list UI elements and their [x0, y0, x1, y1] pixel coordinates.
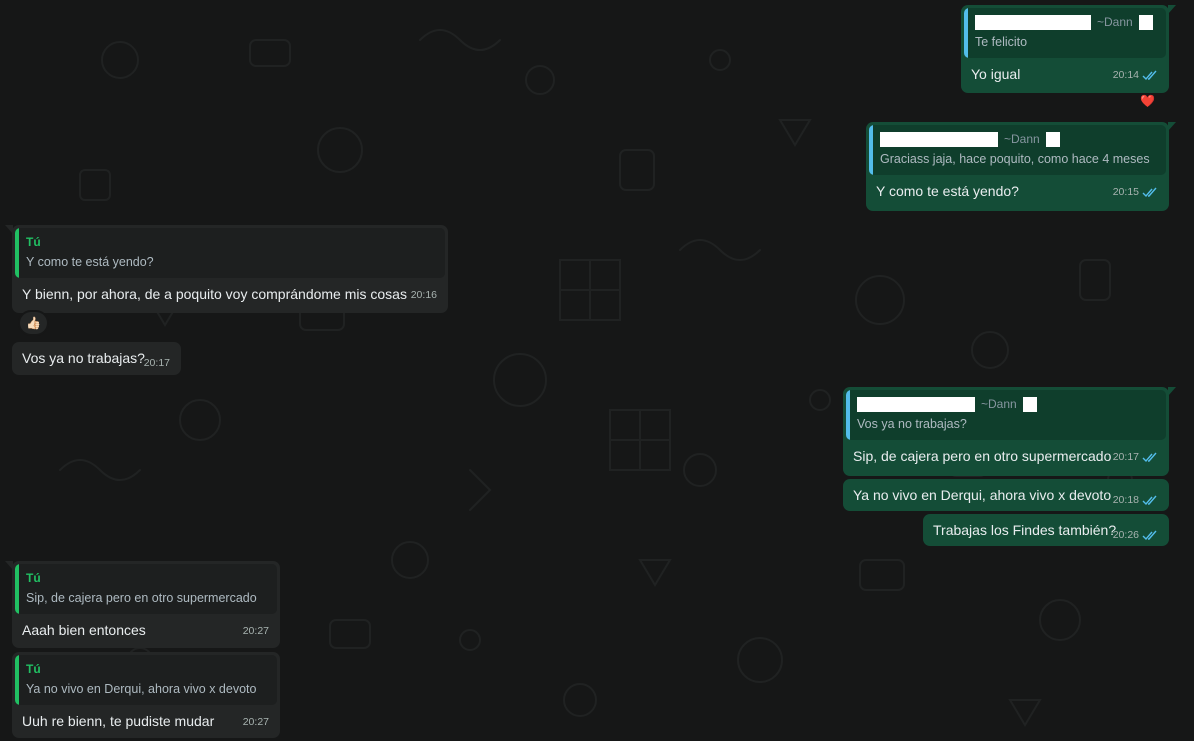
message-meta: 20:18	[1113, 491, 1158, 510]
quoted-message[interactable]: Tú Ya no vivo en Derqui, ahora vivo x de…	[15, 655, 277, 705]
quoted-text: Vos ya no trabajas?	[857, 417, 967, 431]
message-text: Ya no vivo en Derqui, ahora vivo x devot…	[853, 487, 1112, 503]
message-text: Y como te está yendo?	[876, 183, 1019, 199]
message-meta: 20:17	[1113, 448, 1158, 467]
message-time: 20:27	[242, 716, 269, 728]
quoted-contact-name: ~Dann	[981, 397, 1017, 411]
quoted-text: Sip, de cajera pero en otro supermercado	[26, 591, 257, 605]
quoted-text: Y como te está yendo?	[26, 255, 154, 269]
redacted-contact-name	[857, 396, 975, 412]
reaction-badge[interactable]: 👍🏻	[20, 312, 47, 334]
message-bubble-outgoing[interactable]: ~Dann Graciass jaja, hace poquito, como …	[866, 122, 1176, 211]
reaction-badge[interactable]: ❤️	[1134, 90, 1161, 112]
message-body: Vos ya no trabajas? 20:17	[15, 345, 178, 374]
message-body: Trabajas los Findes también? 20:26	[926, 517, 1166, 546]
quoted-contact-name: ~Dann	[1004, 132, 1040, 146]
quoted-author: Tú	[26, 662, 41, 676]
quoted-text: Graciass jaja, hace poquito, como hace 4…	[880, 152, 1150, 166]
message-bubble-incoming[interactable]: Tú Ya no vivo en Derqui, ahora vivo x de…	[12, 652, 280, 738]
double-check-read-icon	[1142, 70, 1157, 81]
message-bubble-incoming[interactable]: Tú Sip, de cajera pero en otro supermerc…	[5, 561, 280, 648]
redacted-contact-name	[1138, 14, 1153, 30]
quoted-text: Te felicito	[975, 35, 1028, 49]
chat-panel: ~Dann Te felicito Yo igual 20:14 ❤️ ~Dan…	[0, 0, 1194, 741]
message-body: Aaah bien entonces 20:27	[15, 614, 277, 646]
message-meta: 20:17	[144, 354, 170, 373]
message-body: Uuh re bienn, te pudiste mudar 20:27	[15, 705, 277, 737]
message-body: Y bienn, por ahora, de a poquito voy com…	[15, 278, 445, 310]
quoted-message[interactable]: Tú Y como te está yendo?	[15, 228, 445, 278]
message-bubble-outgoing[interactable]: Ya no vivo en Derqui, ahora vivo x devot…	[843, 479, 1169, 511]
message-meta: 20:14	[1113, 66, 1158, 85]
redacted-contact-name	[880, 131, 998, 147]
message-meta: 20:27	[243, 713, 269, 732]
redacted-contact-name	[1022, 396, 1037, 412]
quoted-message[interactable]: Tú Sip, de cajera pero en otro supermerc…	[15, 564, 277, 614]
message-bubble-incoming[interactable]: Tú Y como te está yendo? Y bienn, por ah…	[5, 225, 448, 313]
message-body: Sip, de cajera pero en otro supermercado…	[846, 440, 1166, 472]
red-heart-icon: ❤️	[1140, 94, 1155, 108]
quoted-author: Tú	[26, 571, 41, 585]
message-time: 20:17	[143, 357, 170, 369]
message-bubble-outgoing[interactable]: ~Dann Vos ya no trabajas? Sip, de cajera…	[843, 387, 1176, 476]
thumbs-up-icon: 👍🏻	[26, 316, 41, 330]
message-time: 20:16	[410, 289, 437, 301]
message-body: Yo igual 20:14	[964, 58, 1166, 90]
message-text: Aaah bien entonces	[22, 622, 146, 638]
message-text: Y bienn, por ahora, de a poquito voy com…	[22, 286, 407, 302]
quoted-message[interactable]: ~Dann Te felicito	[964, 8, 1166, 58]
message-meta: 20:27	[243, 622, 269, 641]
message-time: 20:15	[1112, 186, 1139, 198]
message-bubble-incoming[interactable]: Vos ya no trabajas? 20:17	[12, 342, 181, 375]
message-text: Vos ya no trabajas?	[22, 350, 145, 366]
message-text: Trabajas los Findes también?	[933, 522, 1117, 538]
double-check-read-icon	[1142, 530, 1157, 541]
message-meta: 20:26	[1113, 526, 1158, 545]
redacted-contact-name	[975, 14, 1091, 30]
double-check-read-icon	[1142, 187, 1157, 198]
message-bubble-outgoing[interactable]: ~Dann Te felicito Yo igual 20:14	[961, 5, 1176, 93]
double-check-read-icon	[1142, 452, 1157, 463]
quoted-message[interactable]: ~Dann Graciass jaja, hace poquito, como …	[869, 125, 1166, 175]
quoted-contact-name: ~Dann	[1097, 15, 1133, 29]
message-time: 20:17	[1112, 451, 1139, 463]
message-bubble-outgoing[interactable]: Trabajas los Findes también? 20:26	[923, 514, 1169, 546]
message-time: 20:26	[1112, 529, 1139, 541]
message-text: Sip, de cajera pero en otro supermercado	[853, 448, 1112, 464]
redacted-contact-name	[1045, 131, 1060, 147]
quoted-author: Tú	[26, 235, 41, 249]
message-text: Uuh re bienn, te pudiste mudar	[22, 713, 215, 729]
message-text: Yo igual	[971, 66, 1021, 82]
message-body: Y como te está yendo? 20:15	[869, 175, 1166, 207]
message-time: 20:27	[242, 625, 269, 637]
message-body: Ya no vivo en Derqui, ahora vivo x devot…	[846, 482, 1166, 511]
double-check-read-icon	[1142, 495, 1157, 506]
quoted-message[interactable]: ~Dann Vos ya no trabajas?	[846, 390, 1166, 440]
quoted-text: Ya no vivo en Derqui, ahora vivo x devot…	[26, 682, 257, 696]
message-time: 20:18	[1112, 494, 1139, 506]
message-meta: 20:16	[411, 286, 437, 305]
message-time: 20:14	[1112, 69, 1139, 81]
message-meta: 20:15	[1113, 183, 1158, 202]
